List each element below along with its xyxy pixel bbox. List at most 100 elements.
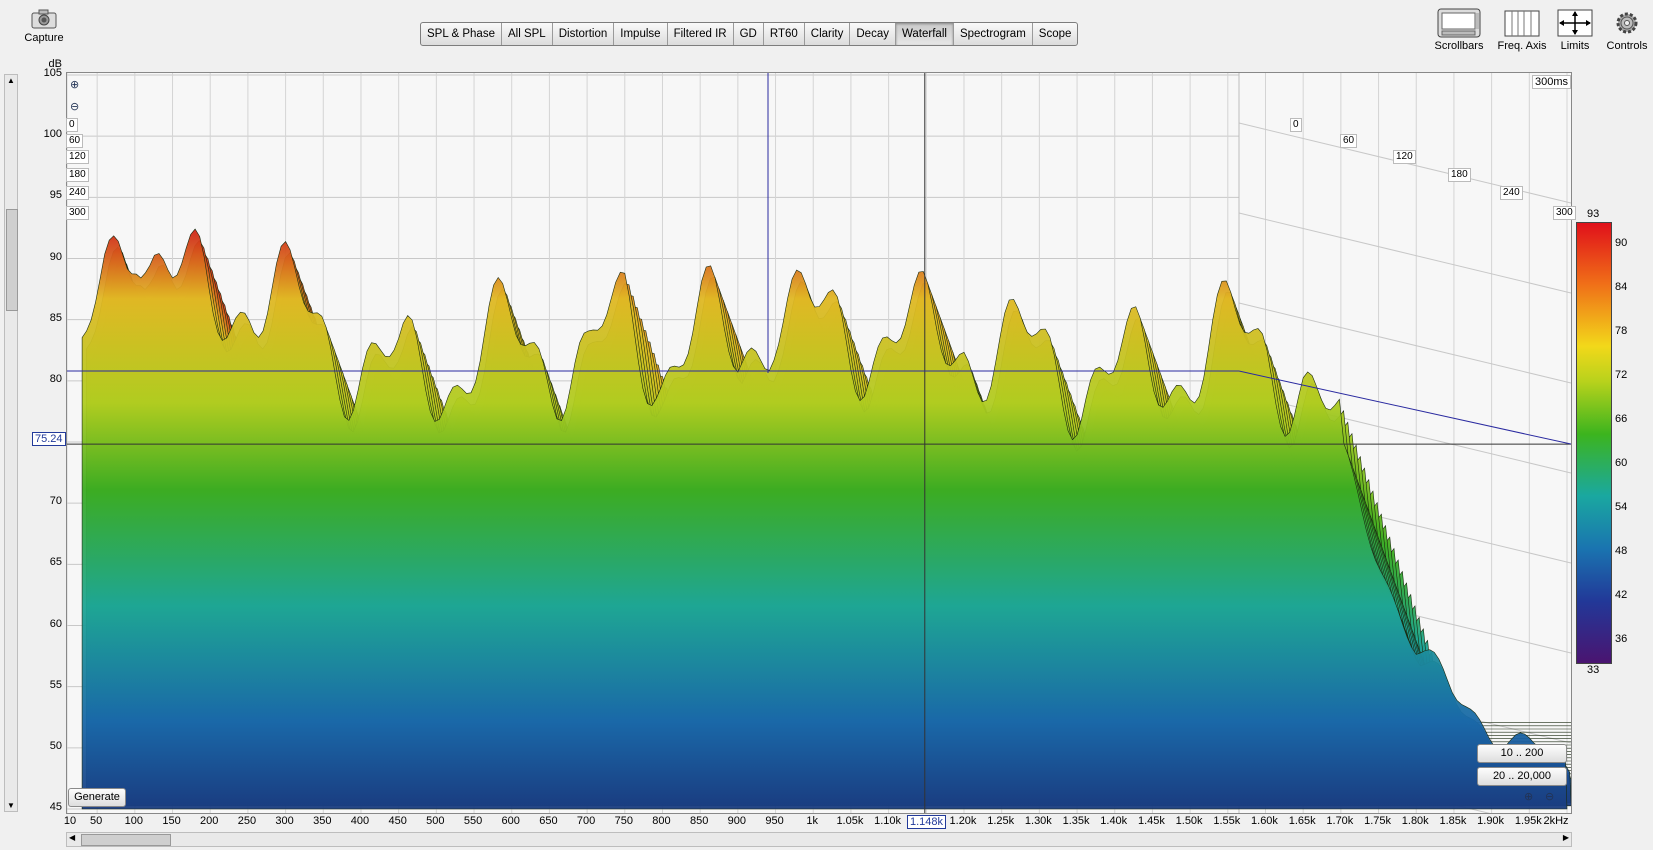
tab-spl-phase[interactable]: SPL & Phase [421,23,502,45]
x-tick-label: 550 [463,815,483,827]
zoom-out-x-icon[interactable]: ⊖ [1545,790,1554,803]
y-tick-label: 60 [49,617,62,630]
perspective-line [1238,212,1571,294]
y-cursor-readout: 75.24 [32,432,66,446]
tab-filtered-ir[interactable]: Filtered IR [668,23,734,45]
colorbar-tick: 72 [1615,369,1628,381]
scroll-up-arrow-icon[interactable]: ▲ [7,76,15,85]
x-tick-label: 900 [727,815,747,827]
x-tick-label: 750 [614,815,633,827]
tab-impulse[interactable]: Impulse [614,23,668,45]
colorbar-tick: 54 [1615,501,1628,513]
x-tick-label: 250 [237,815,257,827]
vertical-scroll-thumb[interactable] [6,209,18,311]
time-tick-left: 240 [66,186,89,200]
x-tick-label: 450 [388,815,407,827]
time-tick-right: 60 [1340,134,1358,148]
y-tick-label: 70 [49,495,62,508]
x-tick-label: 1.60k [1251,815,1278,827]
x-tick-label: 350 [313,815,332,827]
colorbar-tick: 42 [1615,589,1628,601]
x-tick-label: 2kHz [1543,815,1569,827]
scrollbars-icon [1437,8,1481,38]
colorbar-min: 33 [1587,664,1600,676]
time-tick-right: 240 [1500,186,1523,200]
x-tick-label: 650 [539,815,558,827]
time-tick-right: 120 [1393,150,1416,164]
x-tick-label: 600 [501,815,520,827]
scroll-left-arrow-icon[interactable]: ◀ [69,833,75,842]
tab-spectrogram[interactable]: Spectrogram [954,23,1033,45]
tab-decay[interactable]: Decay [850,23,896,45]
colorbar-max: 93 [1587,208,1600,220]
colorbar-tick: 48 [1615,545,1628,557]
limits-icon [1557,8,1593,38]
tab-gd[interactable]: GD [734,23,764,45]
range-20-20000-button[interactable]: 20 .. 20,000 [1477,767,1567,786]
x-tick-label: 1.05k [836,815,864,827]
y-tick-label: 100 [43,128,62,141]
x-tick-label: 1.85k [1439,815,1467,827]
y-tick-label: 55 [49,678,62,691]
time-tick-left: 300 [66,206,89,220]
range-10-200-button[interactable]: 10 .. 200 [1477,744,1567,763]
perspective-line [1238,302,1571,384]
x-tick-label: 1k [806,815,819,827]
tab-rt60[interactable]: RT60 [764,23,805,45]
colorbar-tick: 36 [1615,633,1628,645]
scrollbars-button[interactable]: Scrollbars [1431,8,1487,52]
scrollbars-label: Scrollbars [1434,40,1484,52]
y-tick-label: 50 [49,739,62,752]
time-tick-left: 60 [66,134,84,148]
tab-waterfall[interactable]: Waterfall [895,23,954,45]
horizontal-scrollbar[interactable]: ◀ ▶ [66,832,1572,847]
x-tick-label: 50 [90,815,103,827]
x-tick-label: 1.65k [1288,815,1316,827]
gear-icon [1614,8,1640,38]
time-tick-left: 120 [66,150,89,164]
scroll-right-arrow-icon[interactable]: ▶ [1563,833,1569,842]
zoom-out-y-icon[interactable]: ⊖ [70,100,79,113]
colorbar-tick: 90 [1615,237,1628,249]
waterfall-slice [81,228,1568,810]
tab-distortion[interactable]: Distortion [553,23,615,45]
generate-button[interactable]: Generate [68,788,126,807]
x-tick-label: 200 [200,815,219,827]
y-tick-label: 85 [49,311,62,324]
x-tick-label: 100 [124,815,143,827]
colorbar [1576,222,1612,664]
colorbar-tick: 84 [1615,281,1628,293]
y-tick-label: 45 [49,801,62,813]
controls-button[interactable]: Controls [1604,8,1650,52]
zoom-in-x-icon[interactable]: ⊕ [1524,790,1533,803]
zoom-in-y-icon[interactable]: ⊕ [70,78,79,91]
horizontal-scroll-thumb[interactable] [81,834,171,846]
waterfall-plot[interactable] [66,72,1572,814]
x-tick-label: 150 [162,815,181,827]
colorbar-tick: 78 [1615,325,1628,337]
freq-axis-button[interactable]: Freq. Axis [1494,8,1550,52]
scroll-down-arrow-icon[interactable]: ▼ [7,801,15,810]
x-cursor-readout: 1.148k [907,815,947,829]
freq-axis-label: Freq. Axis [1497,40,1547,52]
x-tick-label: 700 [576,815,596,827]
x-tick-label: 1.25k [987,815,1015,827]
x-tick-label: 1.50k [1175,815,1203,827]
controls-label: Controls [1606,40,1648,52]
capture-button[interactable]: Capture [22,8,66,44]
tab-scope[interactable]: Scope [1033,23,1078,45]
x-tick-label: 800 [652,815,671,827]
camera-icon [30,8,58,30]
x-tick-label: 1.75k [1364,815,1391,827]
tab-all-spl[interactable]: All SPL [502,23,553,45]
x-tick-label: 400 [350,815,370,827]
vertical-scrollbar[interactable]: ▲ ▼ [4,74,18,812]
time-tick-right: 180 [1448,168,1471,182]
limits-button[interactable]: Limits [1553,8,1597,52]
time-tick-right: 0 [1290,118,1302,132]
x-tick-label: 1.55k [1213,815,1241,827]
y-tick-label: 80 [49,372,62,385]
x-tick-label: 1.20k [949,815,977,827]
tab-clarity[interactable]: Clarity [805,23,851,45]
x-tick-label: 1.80k [1401,815,1429,827]
